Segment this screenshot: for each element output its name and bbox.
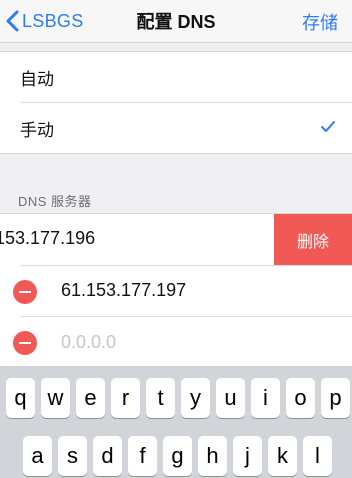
dns-server-new-row [0, 317, 352, 368]
key-s[interactable]: s [58, 436, 87, 476]
key-d[interactable]: d [93, 436, 122, 476]
dns-server-row-swiped[interactable]: .153.177.196 删除 [0, 214, 352, 265]
keyboard: q w e r t y u i o p a s d f g h j k l [0, 366, 352, 478]
option-automatic-label: 自动 [20, 69, 54, 89]
dns-server-value: .153.177.196 [0, 228, 96, 248]
dns-server-list: .153.177.196 删除 61.153.177.197 [0, 213, 352, 367]
dns-settings-screen: LSBGS 配置 DNS 存储 自动 手动 DNS 服务器 .153.177.1… [0, 0, 352, 478]
remove-minus-icon[interactable] [13, 280, 37, 304]
delete-button[interactable]: 删除 [274, 214, 352, 265]
key-r[interactable]: r [111, 378, 140, 418]
key-q[interactable]: q [6, 378, 35, 418]
key-f[interactable]: f [128, 436, 157, 476]
key-o[interactable]: o [286, 378, 315, 418]
save-button[interactable]: 存储 [302, 9, 338, 35]
new-dns-server-input[interactable] [61, 328, 321, 356]
checkmark-icon [320, 120, 336, 139]
page-title: 配置 DNS [136, 12, 216, 32]
remove-minus-icon[interactable] [13, 331, 37, 355]
key-a[interactable]: a [23, 436, 52, 476]
option-manual[interactable]: 手动 [0, 103, 352, 153]
dns-section-header: DNS 服务器 [18, 194, 92, 209]
key-g[interactable]: g [163, 436, 192, 476]
key-l[interactable]: l [303, 436, 332, 476]
key-h[interactable]: h [198, 436, 227, 476]
configure-mode-group: 自动 手动 [0, 51, 352, 154]
navigation-bar: LSBGS 配置 DNS 存储 [0, 0, 352, 43]
key-u[interactable]: u [216, 378, 245, 418]
key-k[interactable]: k [268, 436, 297, 476]
key-w[interactable]: w [41, 378, 70, 418]
key-t[interactable]: t [146, 378, 175, 418]
option-automatic[interactable]: 自动 [0, 52, 352, 102]
dns-server-value[interactable]: 61.153.177.197 [61, 280, 186, 301]
key-y[interactable]: y [181, 378, 210, 418]
key-i[interactable]: i [251, 378, 280, 418]
key-p[interactable]: p [321, 378, 350, 418]
dns-server-row: 61.153.177.197 [0, 266, 352, 317]
key-j[interactable]: j [233, 436, 262, 476]
key-e[interactable]: e [76, 378, 105, 418]
option-manual-label: 手动 [20, 120, 54, 140]
